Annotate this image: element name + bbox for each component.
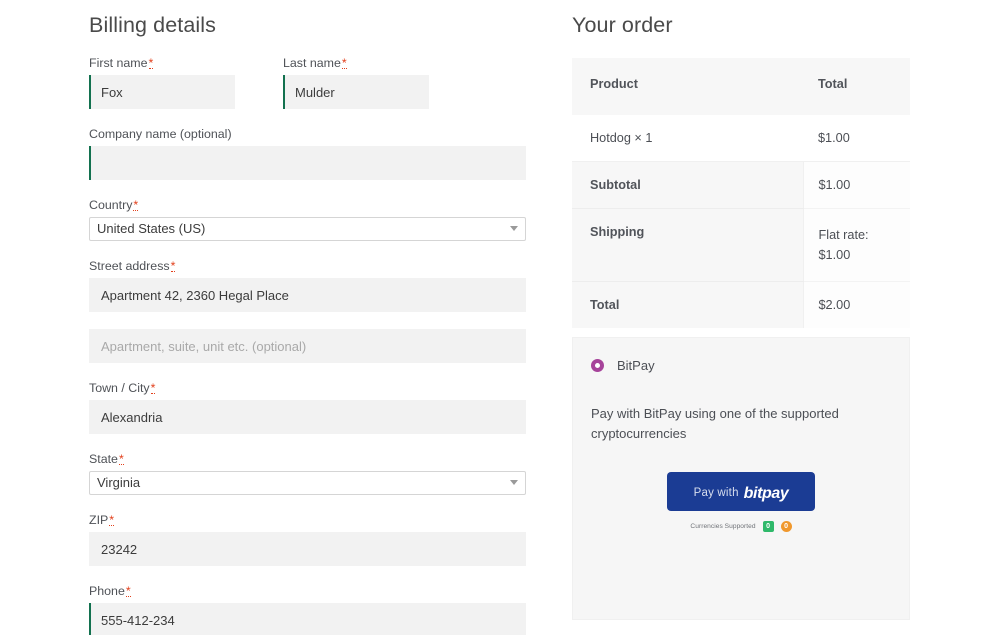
city-field-group: Town / City* (89, 380, 526, 434)
address-line-2-field-group (89, 329, 526, 363)
shipping-amount: $1.00 (818, 248, 851, 262)
payment-method-label: BitPay (617, 358, 655, 373)
bitcoin-icon: 0 (780, 521, 792, 532)
last-name-input[interactable] (283, 75, 429, 109)
order-review-table: Product Total Hotdog × 1 $1.00 Subtotal … (572, 58, 910, 328)
company-name-input[interactable] (89, 146, 526, 180)
street-address-label: Street address* (89, 259, 176, 273)
required-marker: * (341, 56, 347, 70)
phone-field-group: Phone* (89, 583, 526, 635)
street-address-field-group: Street address* (89, 258, 526, 312)
phone-input[interactable] (89, 603, 526, 635)
address-line-2-input[interactable] (89, 329, 526, 363)
radio-selected-icon[interactable] (591, 359, 604, 372)
city-input[interactable] (89, 400, 526, 434)
required-marker: * (109, 513, 115, 527)
name-field-row: First name* Last name* (89, 55, 526, 109)
column-header-total: Total (818, 77, 848, 91)
zip-input[interactable] (89, 532, 526, 566)
table-header-row: Product Total (572, 58, 910, 115)
last-name-label: Last name* (283, 56, 347, 70)
required-marker: * (148, 56, 154, 70)
order-item-total: $1.00 (803, 115, 910, 162)
country-field-group: Country* United States (US) (89, 197, 526, 241)
billing-details-section: Billing details First name* Last name* C… (89, 0, 526, 635)
required-marker: * (170, 259, 176, 273)
first-name-input[interactable] (89, 75, 235, 109)
last-name-field-group: Last name* (283, 55, 429, 109)
street-address-input[interactable] (89, 278, 526, 312)
payment-methods-box: BitPay Pay with BitPay using one of the … (572, 337, 910, 620)
bitcoin-cash-icon: 0 (762, 521, 774, 532)
shipping-label: Shipping (572, 208, 803, 282)
checkout-page: Billing details First name* Last name* C… (0, 0, 1000, 635)
country-select-wrapper: United States (US) (89, 217, 526, 241)
currencies-supported-label: Currencies Supported (690, 523, 756, 530)
order-total-row: Total $2.00 (572, 281, 910, 328)
company-name-label: Company name (optional) (89, 127, 232, 141)
zip-label: ZIP* (89, 513, 115, 527)
country-label: Country* (89, 198, 139, 212)
country-select[interactable]: United States (US) (89, 217, 526, 241)
pay-with-bitpay-button[interactable]: Pay with bitpay (667, 472, 815, 511)
order-total-value: $2.00 (802, 281, 910, 328)
required-marker: * (150, 381, 156, 395)
first-name-field-group: First name* (89, 55, 235, 109)
first-name-label: First name* (89, 56, 154, 70)
order-item-name: Hotdog × 1 (572, 115, 803, 162)
column-header-product: Product (590, 77, 638, 91)
zip-field-group: ZIP* (89, 512, 526, 566)
shipping-method-name: Flat rate: (818, 228, 869, 242)
order-title: Your order (572, 13, 673, 37)
state-select-wrapper: Virginia (89, 471, 526, 495)
payment-method-description: Pay with BitPay using one of the support… (591, 406, 839, 441)
required-marker: * (133, 198, 139, 212)
required-marker: * (118, 452, 124, 466)
required-marker: * (125, 584, 131, 598)
city-label: Town / City* (89, 381, 156, 395)
pay-button-prefix: Pay with (693, 486, 739, 499)
subtotal-value: $1.00 (802, 161, 910, 209)
table-row: Hotdog × 1 $1.00 (572, 115, 910, 162)
order-summary-section: Your order Product Total Hotdog × 1 $1.0… (572, 0, 910, 328)
subtotal-row: Subtotal $1.00 (572, 161, 910, 209)
state-select[interactable]: Virginia (89, 471, 526, 495)
shipping-value: Flat rate: $1.00 (802, 208, 910, 282)
state-field-group: State* Virginia (89, 451, 526, 495)
currencies-supported-row: Currencies Supported 0 0 (573, 511, 909, 532)
order-total-label: Total (572, 281, 803, 328)
bitpay-logo-text: bitpay (743, 484, 789, 502)
payment-method-bitpay[interactable]: BitPay (573, 338, 909, 373)
page-title: Billing details (89, 13, 216, 37)
state-label: State* (89, 452, 124, 466)
company-name-field-group: Company name (optional) (89, 126, 526, 180)
phone-label: Phone* (89, 584, 131, 598)
pay-button-wrapper: Pay with bitpay Currencies Supported 0 0 (573, 444, 909, 532)
subtotal-label: Subtotal (572, 161, 803, 209)
shipping-row: Shipping Flat rate: $1.00 (572, 208, 910, 282)
